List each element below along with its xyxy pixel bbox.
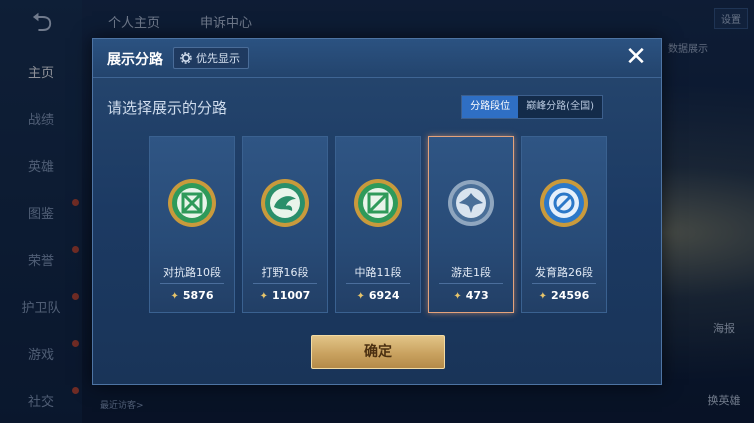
priority-label: 优先显示 (196, 52, 240, 65)
tab-peak-lane-national[interactable]: 巅峰分路(全国) (518, 96, 602, 118)
lane-card-name: 发育路26段 (535, 266, 593, 279)
clash-lane-icon (168, 179, 216, 227)
lane-card-score: ✦ 24596 (522, 289, 606, 302)
modal-header: 展示分路 优先显示 ✕ (93, 39, 661, 78)
modal-title: 展示分路 (107, 52, 163, 68)
lane-card-name: 对抗路10段 (163, 266, 221, 279)
lane-display-modal: 展示分路 优先显示 ✕ 请选择展示的分路 分路段位 巅峰分路(全国) 对抗路10… (92, 38, 662, 385)
mastery-points-icon: ✦ (259, 291, 269, 302)
lane-card-list: 对抗路10段 ✦ 5876 打野16段 ✦ 11007 中路11段 ✦ 6924… (149, 136, 609, 313)
lane-card-mid[interactable]: 中路11段 ✦ 6924 (335, 136, 421, 313)
confirm-button[interactable]: 确定 (311, 335, 445, 369)
mastery-points-icon: ✦ (170, 291, 179, 302)
mid-lane-icon (354, 179, 402, 227)
jungle-dragon-icon (261, 179, 309, 227)
lane-card-score-value: 5876 (182, 289, 214, 302)
lane-card-score-value: 473 (465, 289, 489, 302)
close-icon[interactable]: ✕ (623, 44, 649, 71)
select-lane-prompt: 请选择展示的分路 (107, 99, 228, 117)
divider (160, 283, 224, 284)
lane-card-clash[interactable]: 对抗路10段 ✦ 5876 (149, 136, 235, 313)
lane-card-name: 打野16段 (261, 266, 309, 279)
gear-icon (180, 52, 192, 64)
mastery-points-icon: ✦ (538, 291, 548, 302)
mastery-points-icon: ✦ (356, 291, 365, 302)
mastery-points-icon: ✦ (453, 291, 462, 302)
lane-card-score: ✦ 5876 (150, 289, 234, 302)
tab-lane-rank[interactable]: 分路段位 (462, 96, 519, 118)
lane-card-roam[interactable]: 游走1段 ✦ 473 (428, 136, 514, 313)
divider (253, 283, 317, 284)
divider (439, 283, 503, 284)
mode-segmented-control: 分路段位 巅峰分路(全国) (461, 95, 603, 119)
farm-lane-icon (540, 179, 588, 227)
lane-card-score: ✦ 473 (429, 289, 513, 302)
divider (346, 283, 410, 284)
lane-card-score: ✦ 11007 (243, 289, 327, 302)
lane-card-farm[interactable]: 发育路26段 ✦ 24596 (521, 136, 607, 313)
divider (532, 283, 596, 284)
roam-wing-icon (448, 180, 494, 226)
lane-card-score-value: 6924 (368, 289, 400, 302)
lane-card-jungle[interactable]: 打野16段 ✦ 11007 (242, 136, 328, 313)
lane-card-score: ✦ 6924 (336, 289, 420, 302)
lane-card-score-value: 11007 (272, 289, 311, 302)
lane-card-name: 中路11段 (354, 266, 402, 279)
lane-card-score-value: 24596 (551, 289, 590, 302)
priority-display-button[interactable]: 优先显示 (173, 47, 249, 69)
lane-card-name: 游走1段 (451, 266, 491, 279)
